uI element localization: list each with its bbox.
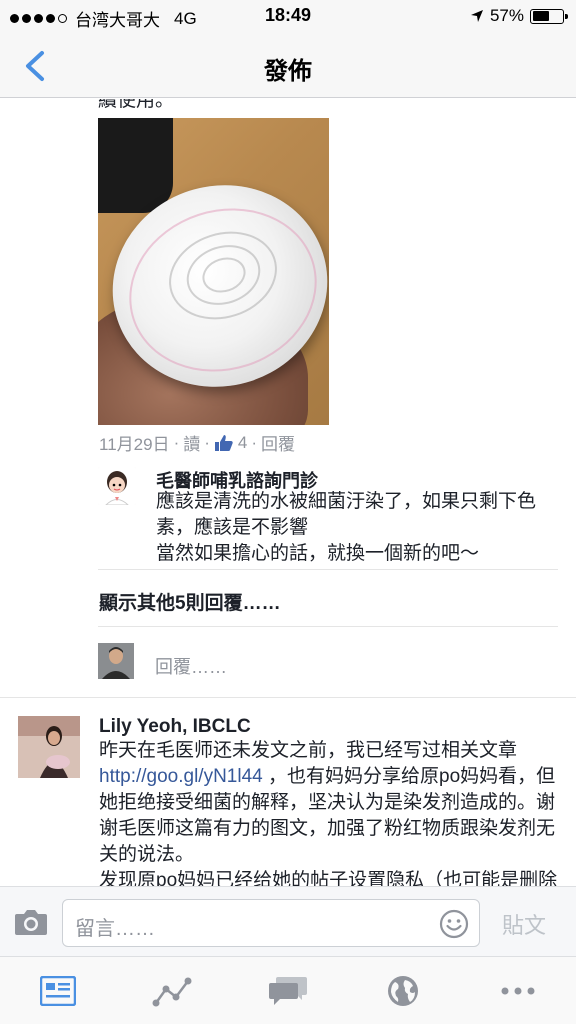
avatar bbox=[98, 643, 134, 679]
cartoon-doctor-avatar-icon bbox=[98, 467, 136, 505]
post-date: 11月29日 bbox=[99, 435, 170, 454]
globe-icon bbox=[388, 976, 418, 1006]
tab-news-feed[interactable] bbox=[38, 971, 78, 1011]
battery-percent: 57% bbox=[489, 6, 524, 25]
comment-link[interactable]: http://goo.gl/yN1l44 bbox=[99, 766, 263, 787]
reply-text: 應該是清洗的水被細菌汙染了，如果只剩下色素，應該是不影響 當然如果擔心的話，就換… bbox=[156, 489, 556, 567]
reply-placeholder[interactable]: 回覆…… bbox=[155, 653, 227, 679]
comment-text: 昨天在毛医师还未发文之前，我已经写过相关文章 http://goo.gl/yN1… bbox=[99, 738, 559, 886]
tab-messages[interactable] bbox=[268, 971, 308, 1011]
user-photo-avatar-icon bbox=[98, 643, 134, 679]
reply-line: 應該是清洗的水被細菌汙染了，如果只剩下色素，應該是不影響 bbox=[156, 491, 537, 538]
battery-icon bbox=[530, 8, 568, 24]
chat-bubbles-icon bbox=[269, 977, 307, 1005]
sticker-button[interactable] bbox=[439, 909, 469, 939]
avatar[interactable] bbox=[98, 467, 136, 505]
post-photo[interactable] bbox=[98, 118, 329, 425]
post-text-fragment: 續使用。 bbox=[98, 99, 175, 111]
divider bbox=[0, 697, 576, 698]
more-dots-icon bbox=[501, 987, 535, 995]
status-right: 57% bbox=[470, 6, 568, 26]
show-more-replies-link[interactable]: 顯示其他5則回覆…… bbox=[99, 588, 281, 615]
avatar[interactable] bbox=[18, 716, 80, 778]
post-meta: 11月29日 · 讀 · 4 · 回覆 bbox=[99, 430, 295, 455]
status-bar: 台湾大哥大 4G 18:49 57% bbox=[0, 0, 576, 34]
thumbs-up-icon[interactable] bbox=[214, 434, 234, 452]
comment-input[interactable]: 留言…… bbox=[62, 899, 480, 947]
input-placeholder: 留言…… bbox=[75, 918, 155, 940]
comment-composer: 留言…… 貼文 bbox=[0, 886, 576, 956]
like-count: 4 bbox=[237, 432, 248, 452]
post-content[interactable]: 續使用。 11月29日 · 讀 · 4 · 回覆 毛醫師哺乳諮詢門診 應該是清洗… bbox=[0, 99, 576, 886]
comment-author-name[interactable]: Lily Yeoh, IBCLC bbox=[99, 716, 251, 738]
comment-text-part: 昨天在毛医师还未发文之前，我已经写过相关文章 bbox=[99, 740, 518, 761]
comment-text-part: 发现原po妈妈已经给她的帖子设置隐私（也可能是删除了），其实她的心情应该也是不好… bbox=[99, 870, 558, 886]
nav-bar: 發佈 bbox=[0, 34, 576, 98]
page-title: 發佈 bbox=[264, 58, 312, 85]
chart-line-icon bbox=[152, 977, 192, 1007]
camera-icon bbox=[15, 910, 47, 935]
tab-bar bbox=[0, 956, 576, 1024]
separator: · bbox=[204, 432, 210, 452]
tab-activity[interactable] bbox=[152, 971, 192, 1011]
camera-button[interactable] bbox=[14, 908, 48, 936]
tab-more[interactable] bbox=[498, 971, 538, 1011]
separator: · bbox=[251, 432, 258, 452]
divider bbox=[98, 626, 558, 627]
post-button[interactable]: 貼文 bbox=[502, 908, 546, 940]
smiley-icon bbox=[439, 909, 469, 939]
divider bbox=[98, 569, 558, 570]
location-arrow-icon bbox=[470, 10, 483, 22]
reply-link[interactable]: 回覆 bbox=[261, 430, 295, 455]
user-photo-avatar-icon bbox=[18, 716, 80, 778]
tab-globe[interactable] bbox=[383, 971, 423, 1011]
reply-line: 當然如果擔心的話，就換一個新的吧～ bbox=[156, 543, 480, 564]
separator: · bbox=[173, 432, 180, 452]
read-link[interactable]: 讀 bbox=[183, 430, 200, 455]
news-feed-icon bbox=[40, 976, 76, 1006]
